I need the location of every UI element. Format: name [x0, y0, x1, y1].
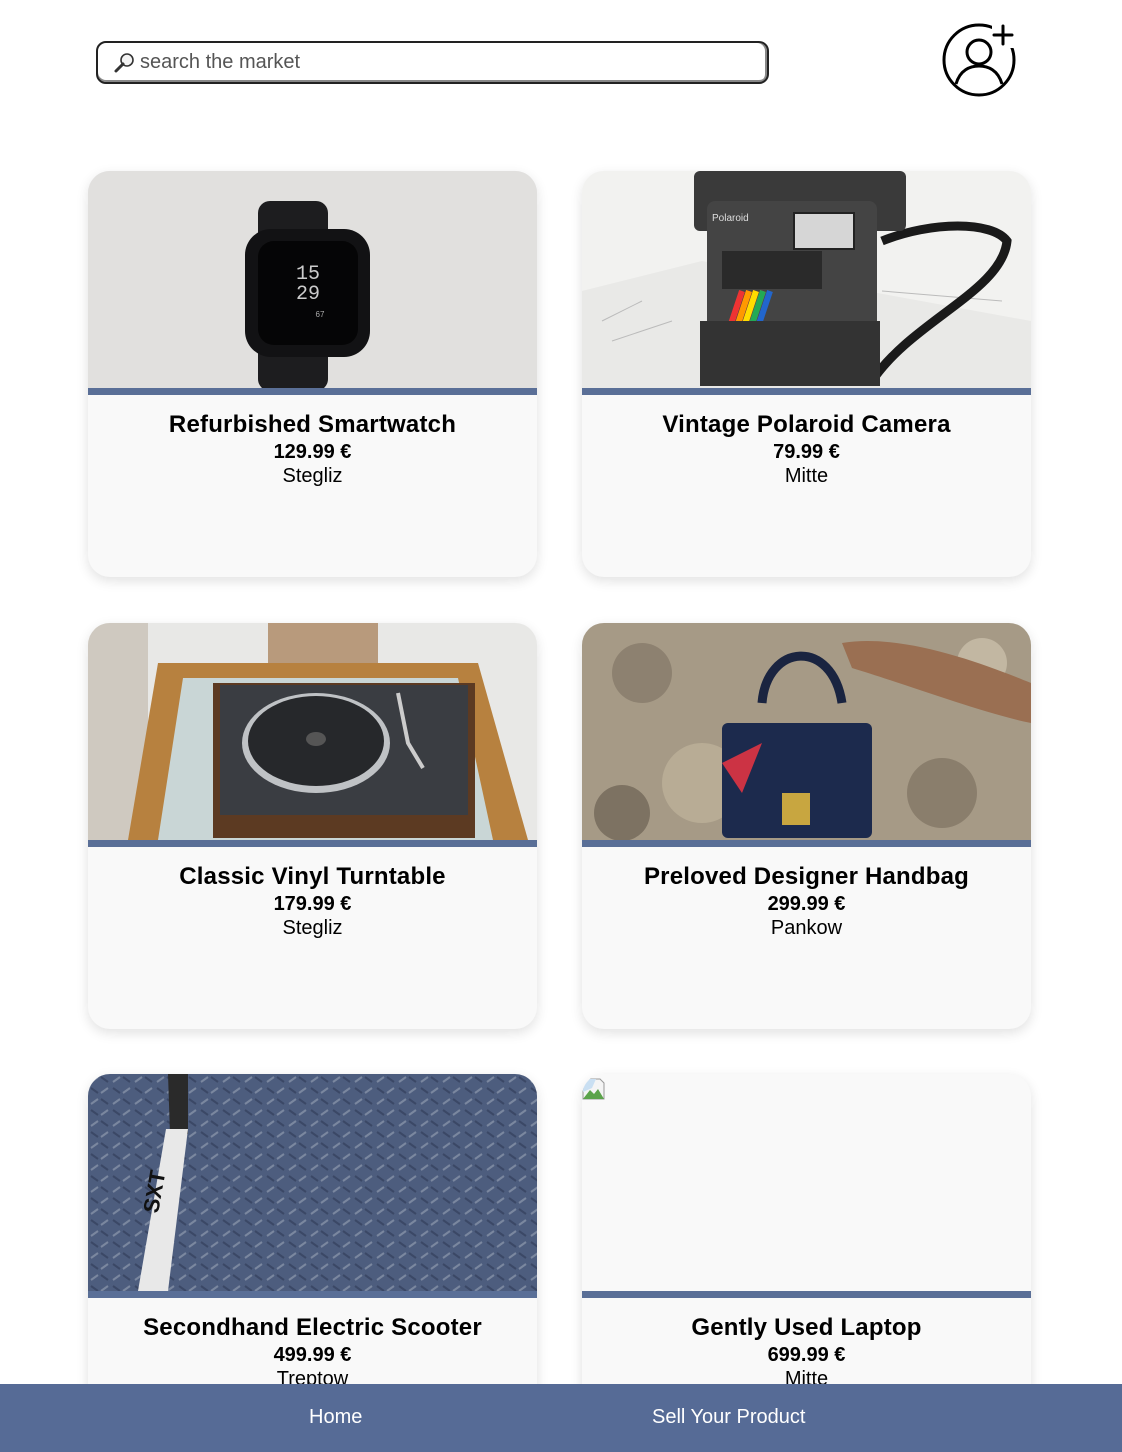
product-card-polaroid[interactable]: Polaroid Vintage Polaroid Camera 79.99 €… — [582, 171, 1031, 577]
product-price: 179.99 € — [273, 893, 352, 915]
product-image — [582, 1074, 1031, 1291]
card-divider — [582, 840, 1031, 847]
product-price: 499.99 € — [273, 1344, 352, 1366]
bottom-nav: Home Sell Your Product — [0, 1384, 1122, 1452]
product-image — [88, 623, 537, 840]
product-price: 699.99 € — [767, 1344, 846, 1366]
card-divider — [88, 1291, 537, 1298]
card-divider — [582, 388, 1031, 395]
product-location: Stegliz — [282, 465, 343, 487]
nav-home-link[interactable]: Home — [309, 1406, 362, 1429]
product-location: Stegliz — [282, 917, 343, 939]
product-price: 79.99 € — [773, 441, 840, 463]
add-user-icon[interactable] — [942, 22, 1018, 98]
product-title: Classic Vinyl Turntable — [179, 863, 446, 890]
product-title: Preloved Designer Handbag — [643, 863, 970, 890]
product-location: Pankow — [770, 917, 843, 939]
svg-text:67: 67 — [316, 310, 325, 319]
product-price: 299.99 € — [767, 893, 846, 915]
product-title: Refurbished Smartwatch — [168, 411, 457, 438]
product-title: Vintage Polaroid Camera — [662, 411, 951, 438]
product-location: Mitte — [784, 465, 829, 487]
broken-image-icon — [582, 1078, 605, 1100]
product-price: 129.99 € — [273, 441, 352, 463]
product-card-smartwatch[interactable]: 15 29 67 Refurbished Smartwatch 129.99 €… — [88, 171, 537, 577]
svg-text:Polaroid: Polaroid — [712, 213, 749, 224]
product-image: 15 29 67 — [88, 171, 537, 388]
product-image: SXT — [88, 1074, 537, 1291]
product-title: Secondhand Electric Scooter — [143, 1314, 482, 1341]
product-image: Polaroid — [582, 171, 1031, 388]
magnifier-icon — [114, 52, 134, 72]
card-divider — [88, 840, 537, 847]
product-card-handbag[interactable]: Preloved Designer Handbag 299.99 € Panko… — [582, 623, 1031, 1029]
search-input[interactable] — [140, 51, 740, 74]
card-divider — [88, 388, 537, 395]
search-bar[interactable] — [96, 41, 769, 84]
product-card-turntable[interactable]: Classic Vinyl Turntable 179.99 € Stegliz — [88, 623, 537, 1029]
nav-sell-link[interactable]: Sell Your Product — [652, 1406, 805, 1429]
svg-text:29: 29 — [296, 283, 320, 306]
product-image — [582, 623, 1031, 840]
product-title: Gently Used Laptop — [691, 1314, 922, 1341]
card-divider — [582, 1291, 1031, 1298]
